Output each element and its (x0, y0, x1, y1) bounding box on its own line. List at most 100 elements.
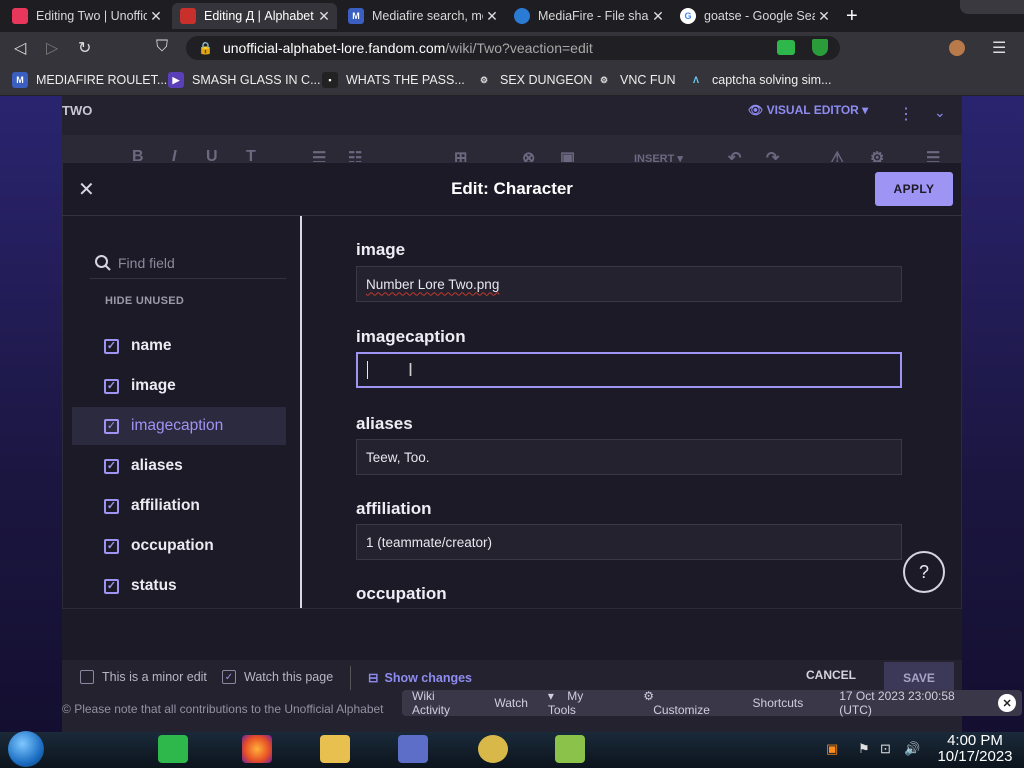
customize-link[interactable]: ⚙ Customize (643, 689, 732, 717)
browser-tab-2[interactable]: Editing Д | Alphabet ✕ (172, 3, 337, 29)
back-arrow-icon[interactable]: ◁ (14, 38, 26, 58)
timestamp: 17 Oct 2023 23:00:58 (UTC) (839, 689, 955, 717)
field-label-affiliation: affiliation (356, 499, 432, 518)
bee-app-icon[interactable] (478, 735, 508, 763)
bookmark-item[interactable]: ⚙ VNC FUN (596, 72, 676, 88)
image-field[interactable]: Number Lore Two.png (356, 266, 902, 302)
browser-tab-4[interactable]: MediaFire - File shari ✕ (506, 3, 671, 29)
close-tab-icon[interactable]: ✕ (815, 8, 833, 25)
forward-arrow-icon[interactable]: ▷ (46, 38, 58, 58)
start-button[interactable] (8, 731, 44, 767)
page-title: TWO (62, 103, 93, 118)
checkbox-checked-icon[interactable]: ✓ (104, 578, 119, 594)
fandom-favicon-icon (180, 8, 196, 24)
field-item-aliases[interactable]: ✓ aliases (72, 447, 286, 485)
window-controls[interactable] (960, 0, 1024, 14)
checkbox-checked-icon[interactable]: ✓ (104, 378, 119, 394)
mediafire-favicon-icon (514, 8, 530, 24)
field-label-imagecaption: imagecaption (356, 327, 466, 346)
gear-icon: ⚙ (599, 74, 609, 85)
hide-unused-toggle[interactable]: HIDE UNUSED (105, 295, 184, 307)
my-tools-menu[interactable]: ▾ My Tools (548, 689, 623, 717)
close-tab-icon[interactable]: ✕ (649, 8, 667, 25)
bookmark-item[interactable]: ▪ WHATS THE PASS... (322, 72, 465, 88)
cancel-button[interactable]: CANCEL (806, 668, 856, 682)
copyright-icon: © (62, 702, 75, 716)
browser-tab-5[interactable]: G goatse - Google Sea ✕ (672, 3, 837, 29)
address-bar[interactable]: 🔒 unofficial-alphabet-lore.fandom.com/wi… (186, 36, 840, 60)
close-tab-icon[interactable]: ✕ (147, 8, 165, 25)
checkbox-unchecked-icon[interactable] (80, 670, 94, 684)
new-tab-button[interactable]: + (846, 5, 858, 28)
mediafire-favicon-icon: M (348, 8, 364, 24)
visual-studio-icon: ▶ (168, 72, 184, 88)
show-changes-button[interactable]: ⊟ Show changes (368, 670, 472, 686)
diff-icon: ⊟ (368, 671, 379, 685)
close-tab-icon[interactable]: ✕ (483, 8, 501, 25)
affiliation-field[interactable]: 1 (teammate/creator) (356, 524, 902, 560)
field-item-occupation[interactable]: ✓ occupation (72, 527, 286, 565)
copyright-notice: © Please note that all contributions to … (62, 702, 384, 716)
checkbox-checked-icon[interactable]: ✓ (104, 458, 119, 474)
minor-edit-checkbox[interactable]: This is a minor edit (80, 670, 207, 684)
checkbox-checked-icon[interactable]: ✓ (222, 670, 236, 684)
field-item-imagecaption[interactable]: ✓ imagecaption (72, 407, 286, 445)
volume-icon[interactable]: 🔊 (904, 741, 920, 757)
close-tab-icon[interactable]: ✕ (315, 8, 333, 25)
browser-tab-3[interactable]: M Mediafire search, me ✕ (340, 3, 505, 29)
visual-editor-switch[interactable]: 👁 VISUAL EDITOR ▾ (748, 103, 868, 117)
text-cursor (367, 361, 368, 379)
google-favicon-icon: G (680, 8, 696, 24)
notes-app-icon[interactable] (158, 735, 188, 763)
divider (350, 666, 351, 690)
question-mark-icon: ? (918, 561, 929, 582)
more-options-icon[interactable]: ⋮ (898, 104, 914, 124)
checkbox-checked-icon[interactable]: ✓ (104, 538, 119, 554)
browser-tab-1[interactable]: Editing Two | Unoffic ✕ (4, 3, 169, 29)
close-toolbar-icon[interactable]: ✕ (998, 694, 1016, 712)
checkbox-checked-icon[interactable]: ✓ (104, 338, 119, 354)
apply-button[interactable]: APPLY (875, 172, 953, 206)
notepad-plus-icon[interactable] (555, 735, 585, 763)
fandom-favicon-icon (12, 8, 28, 24)
triangle-logo-icon: Λ (692, 75, 699, 85)
control-panel-icon[interactable] (398, 735, 428, 763)
checkbox-checked-icon[interactable]: ✓ (104, 498, 119, 514)
watch-link[interactable]: Watch (494, 696, 528, 710)
checkbox-checked-icon[interactable]: ✓ (104, 418, 119, 434)
mediafire-icon: M (12, 72, 28, 88)
tray-app-icon[interactable]: ▣ (826, 741, 838, 757)
bookmark-item[interactable]: ▶ SMASH GLASS IN C... (168, 72, 321, 88)
firefox-icon[interactable] (242, 735, 272, 763)
eye-icon: 👁 (748, 103, 767, 117)
imagecaption-field[interactable]: I (356, 352, 902, 388)
field-label-occupation: occupation (356, 584, 447, 603)
help-button[interactable]: ? (903, 551, 945, 593)
file-explorer-icon[interactable] (320, 735, 350, 763)
bookmark-item[interactable]: M MEDIAFIRE ROULET... (12, 72, 167, 88)
flag-icon[interactable]: ⚑ (858, 741, 870, 757)
aliases-field[interactable]: Teew, Too. (356, 439, 902, 475)
watch-page-checkbox[interactable]: ✓ Watch this page (222, 670, 333, 684)
gear-icon: ⚙ (479, 74, 489, 85)
chevron-down-icon[interactable]: ⌄ (934, 104, 946, 121)
extension-icon[interactable] (777, 40, 795, 55)
system-clock[interactable]: 4:00 PM 10/17/2023 (930, 733, 1020, 765)
wiki-activity-link[interactable]: Wiki Activity (412, 689, 474, 717)
find-field-input[interactable]: Find field (90, 247, 286, 279)
taskbar (0, 732, 1024, 768)
bookmark-item[interactable]: ⚙ SEX DUNGEON (476, 72, 592, 88)
profile-avatar[interactable] (949, 40, 965, 56)
shield-extension-icon[interactable] (812, 39, 828, 56)
dialog-title: Edit: Character (451, 179, 573, 198)
reload-icon[interactable]: ↻ (78, 38, 91, 58)
field-item-image[interactable]: ✓ image (72, 367, 286, 405)
field-item-status[interactable]: ✓ status (72, 567, 286, 605)
field-item-affiliation[interactable]: ✓ affiliation (72, 487, 286, 525)
bookmark-item[interactable]: Λcaptcha solving sim... (688, 72, 832, 88)
shortcuts-link[interactable]: Shortcuts (753, 696, 804, 710)
network-icon[interactable]: ⊡ (880, 741, 891, 757)
menu-icon[interactable]: ☰ (992, 38, 1006, 58)
bookmark-icon[interactable]: ⛉ (156, 38, 168, 56)
field-item-name[interactable]: ✓ name (72, 327, 286, 365)
